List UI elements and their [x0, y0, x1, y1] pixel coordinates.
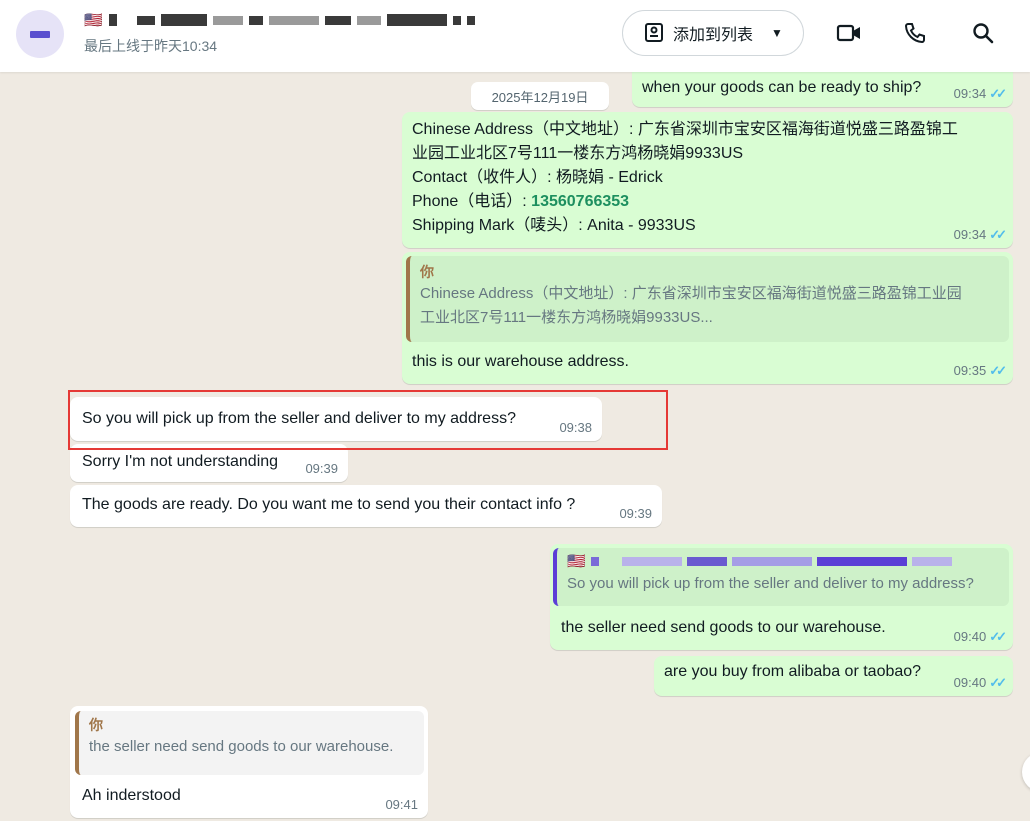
flag-icon: 🇺🇸	[84, 11, 103, 29]
message-time: 09:40	[953, 629, 987, 644]
scroll-to-bottom-button[interactable]	[1022, 752, 1030, 792]
search-icon	[973, 23, 994, 44]
message-line: Contact（收件人）: 杨晓娟 - Edrick	[412, 169, 663, 186]
message-time: 09:35	[953, 363, 987, 378]
redaction-block	[356, 15, 381, 25]
chevron-down-icon: ▼	[771, 26, 783, 40]
redaction-block	[686, 556, 727, 566]
message-meta: 09:41	[385, 798, 418, 812]
message-outgoing[interactable]: are you buy from alibaba or taobao? 09:4…	[654, 656, 1013, 696]
message-line: Chinese Address（中文地址）: 广东省深圳市宝安区福海街道悦盛三路…	[412, 121, 958, 138]
add-to-list-label: 添加到列表	[673, 27, 754, 44]
message-text: So you will pick up from the seller and …	[82, 410, 516, 427]
read-receipt-icon: ✓✓	[989, 363, 1007, 378]
quote-author: 你	[420, 264, 434, 280]
quote-text: the seller need send goods to our wareho…	[89, 738, 394, 755]
message-outgoing[interactable]: 🇺🇸 So you will pick up from the seller a…	[550, 544, 1013, 650]
read-receipt-icon: ✓✓	[989, 629, 1007, 644]
message-body: Chinese Address（中文地址）: 广东省深圳市宝安区福海街道悦盛三路…	[412, 118, 958, 238]
message-meta: 09:38	[559, 421, 592, 435]
redaction-block	[816, 556, 907, 566]
quote-text: So you will pick up from the seller and …	[567, 575, 974, 592]
flag-icon: 🇺🇸	[567, 552, 586, 570]
redaction-block	[731, 556, 812, 566]
quote-author-redacted: 🇺🇸	[567, 550, 999, 572]
redaction-block	[386, 14, 447, 26]
last-seen-status: 最后上线于昨天10:34	[84, 38, 218, 54]
message-time: 09:34	[953, 86, 987, 101]
message-text: the seller need send goods to our wareho…	[561, 619, 886, 636]
redaction-block	[590, 556, 599, 566]
redaction-block	[136, 15, 155, 25]
redaction-block	[268, 15, 319, 25]
avatar-mark	[30, 31, 50, 38]
add-to-list-button[interactable]: 添加到列表 ▼	[622, 10, 804, 56]
quoted-message[interactable]: 🇺🇸 So you will pick up from the seller a…	[553, 548, 1009, 606]
redaction-block	[212, 15, 243, 25]
contact-name-redacted[interactable]: 🇺🇸	[84, 10, 554, 30]
video-camera-icon	[836, 24, 860, 42]
message-time: 09:41	[385, 797, 418, 812]
message-text: The goods are ready. Do you want me to s…	[82, 496, 576, 513]
redaction-block	[466, 15, 475, 25]
message-meta: 09:39	[619, 507, 652, 521]
message-text: Ah inderstood	[82, 787, 181, 804]
redaction-block	[160, 14, 207, 26]
message-incoming[interactable]: Sorry I'm not understanding 09:39	[70, 444, 348, 482]
list-add-icon	[645, 23, 663, 42]
message-incoming[interactable]: The goods are ready. Do you want me to s…	[70, 485, 662, 527]
read-receipt-icon: ✓✓	[989, 227, 1007, 242]
quote-text: Chinese Address（中文地址）: 广东省深圳市宝安区福海街道悦盛三路…	[420, 285, 962, 302]
message-meta: 09:40 ✓✓	[953, 629, 1007, 644]
quoted-message[interactable]: 你 Chinese Address（中文地址）: 广东省深圳市宝安区福海街道悦盛…	[406, 256, 1009, 342]
message-time: 09:38	[559, 420, 592, 435]
message-incoming[interactable]: So you will pick up from the seller and …	[70, 397, 602, 441]
voice-call-button[interactable]	[900, 18, 930, 48]
message-line: Shipping Mark（唛头）: Anita - 9933US	[412, 217, 696, 234]
message-meta: 09:34 ✓✓	[953, 227, 1007, 242]
message-outgoing[interactable]: Chinese Address（中文地址）: 广东省深圳市宝安区福海街道悦盛三路…	[402, 112, 1013, 248]
redaction-block	[324, 15, 351, 25]
message-outgoing[interactable]: 你 Chinese Address（中文地址）: 广东省深圳市宝安区福海街道悦盛…	[402, 252, 1013, 384]
contact-avatar[interactable]	[16, 10, 64, 58]
chat-header: 🇺🇸 最后上线于昨天10:34 添加到列表 ▼	[0, 0, 1030, 72]
quote-text: 工业北区7号111一楼东方鸿杨晓娟9933US...	[420, 309, 713, 326]
message-meta: 09:39	[305, 462, 338, 476]
search-button[interactable]	[968, 18, 998, 48]
video-call-button[interactable]	[834, 18, 864, 48]
phone-label: Phone（电话）:	[412, 193, 532, 210]
message-text: Sorry I'm not understanding	[82, 453, 279, 470]
phone-icon	[904, 23, 925, 44]
date-separator: 2025年12月19日	[471, 82, 609, 110]
message-text: this is our warehouse address.	[412, 353, 629, 370]
message-time: 09:39	[305, 461, 338, 476]
message-meta: 09:40 ✓✓	[953, 675, 1007, 690]
redaction-block	[248, 15, 263, 25]
redaction-block	[621, 556, 682, 566]
quoted-message[interactable]: 你 the seller need send goods to our ware…	[75, 711, 424, 775]
message-text: when your goods can be ready to ship?	[642, 79, 922, 96]
quote-author: 你	[89, 717, 103, 733]
phone-number-link[interactable]: 13560766353	[531, 193, 629, 210]
message-meta: 09:35 ✓✓	[953, 363, 1007, 378]
message-time: 09:39	[619, 506, 652, 521]
redaction-block	[108, 14, 117, 26]
message-incoming[interactable]: 你 the seller need send goods to our ware…	[70, 706, 428, 818]
read-receipt-icon: ✓✓	[989, 86, 1007, 101]
message-time: 09:40	[953, 675, 987, 690]
read-receipt-icon: ✓✓	[989, 675, 1007, 690]
message-line: 业园工业北区7号111一楼东方鸿杨晓娟9933US	[412, 145, 744, 162]
message-text: are you buy from alibaba or taobao?	[664, 663, 922, 680]
message-list[interactable]: when your goods can be ready to ship? 09…	[0, 62, 1030, 821]
message-time: 09:34	[953, 227, 987, 242]
redaction-block	[911, 556, 952, 566]
phone-line: Phone（电话）: 13560766353	[412, 190, 958, 214]
message-meta: 09:34 ✓✓	[953, 86, 1007, 101]
redaction-block	[452, 15, 461, 25]
